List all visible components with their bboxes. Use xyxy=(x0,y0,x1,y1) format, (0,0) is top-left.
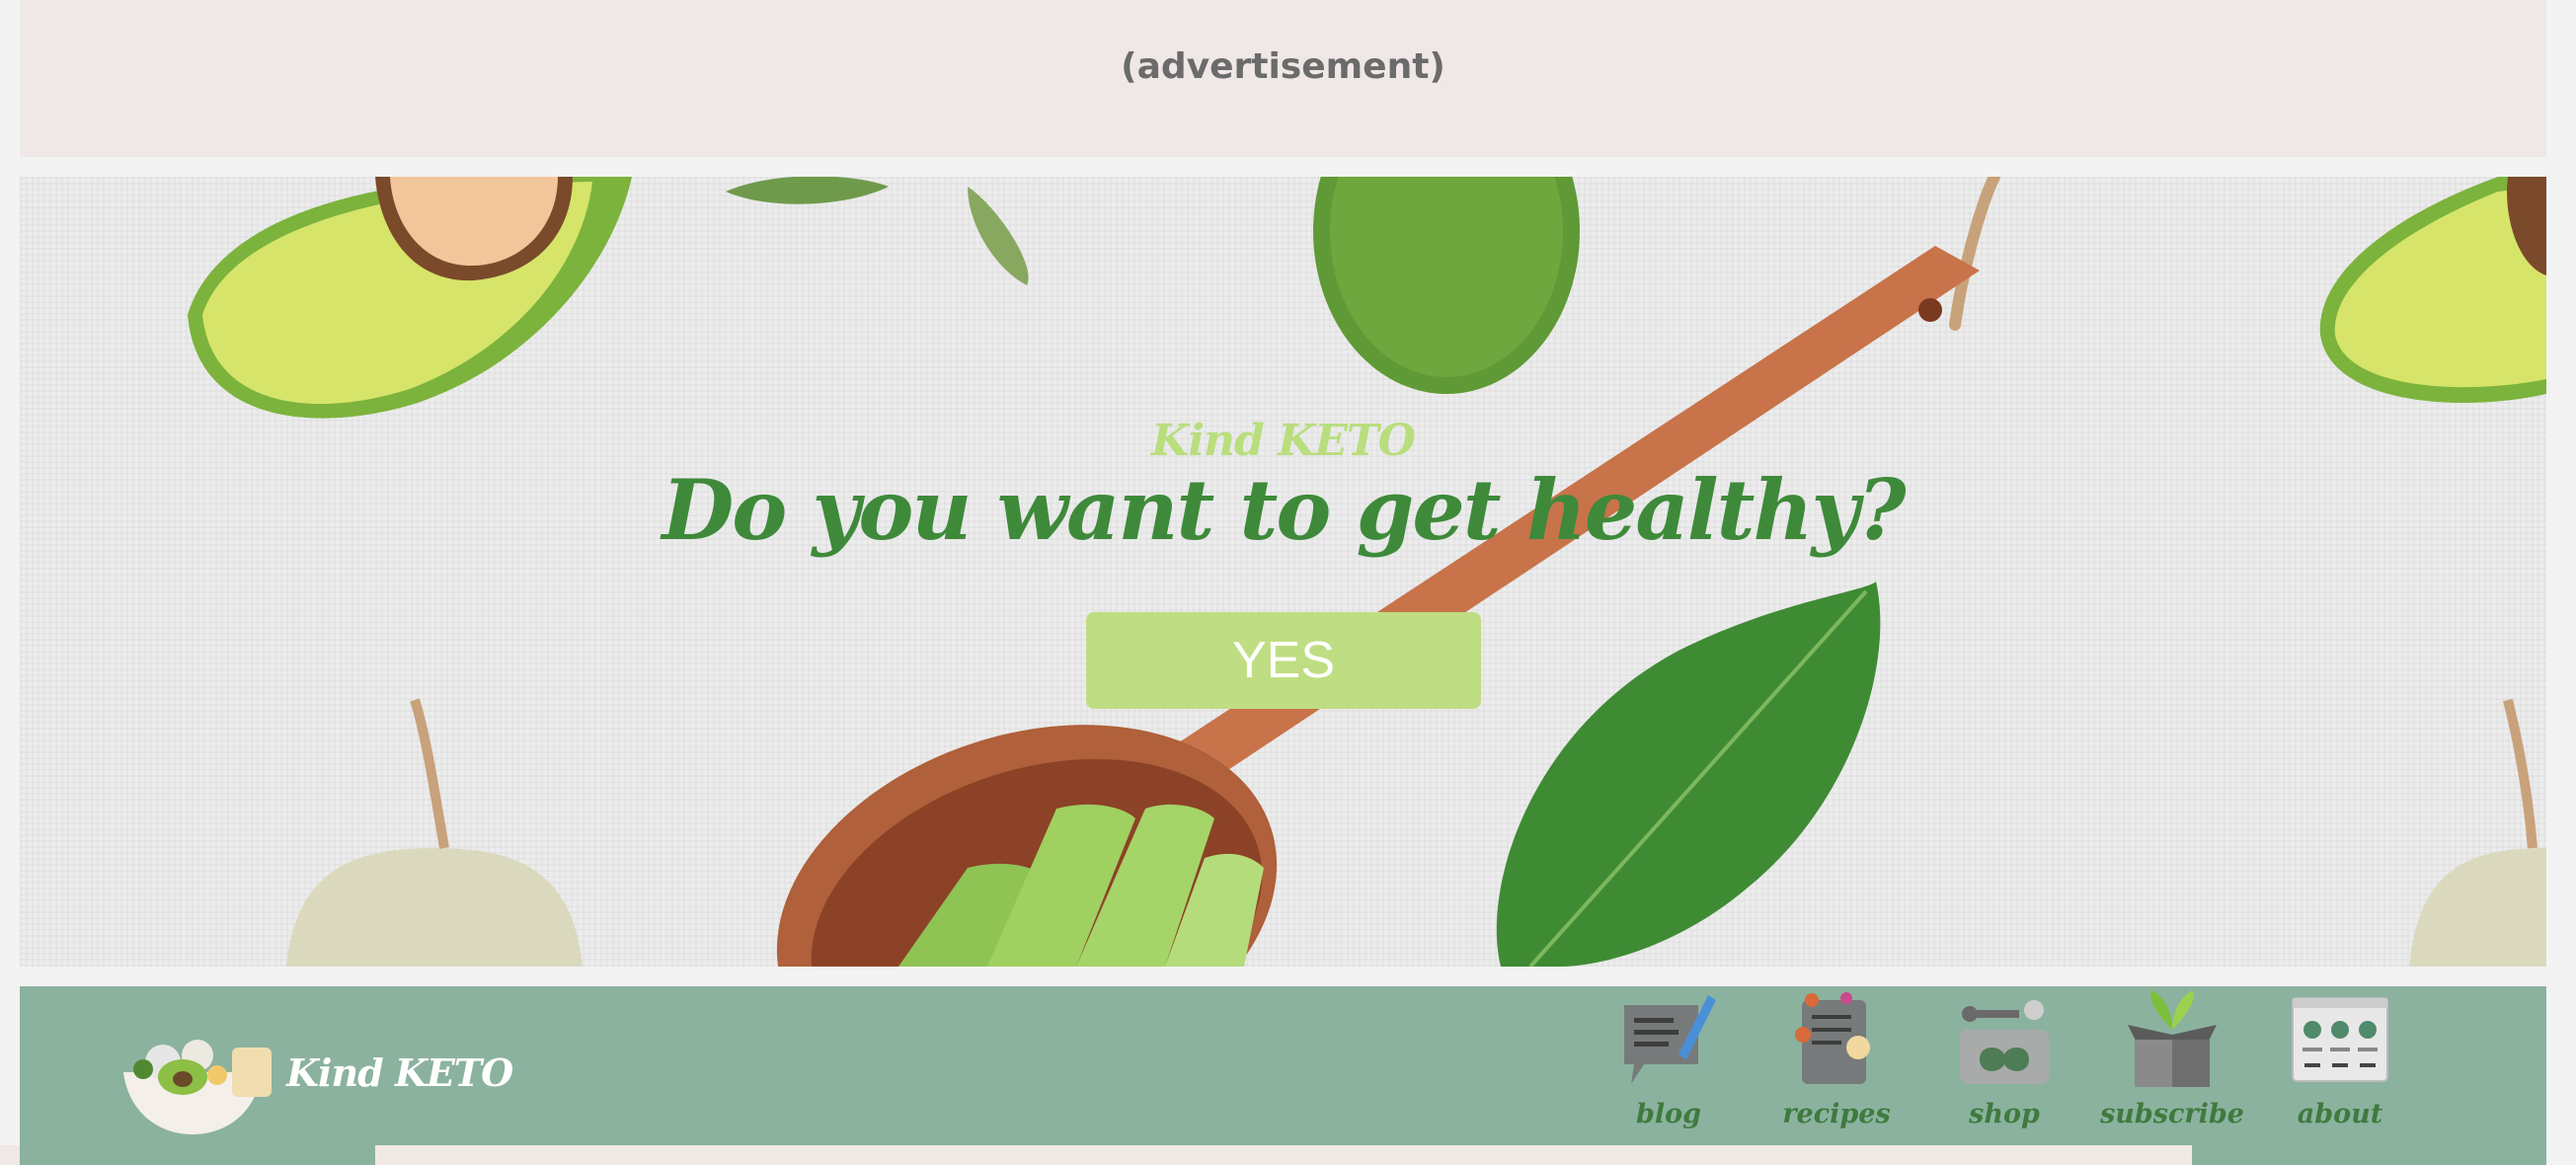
logo[interactable]: Kind KETO xyxy=(118,1008,513,1136)
nav-item-shop[interactable]: shop xyxy=(1935,990,2073,1138)
about-icon xyxy=(2292,997,2388,1082)
content-area-top xyxy=(375,1145,2192,1165)
nav-item-recipes[interactable]: recipes xyxy=(1767,990,1906,1138)
navbar: Kind KETO blog recipes shop subscribe ab… xyxy=(20,986,2546,1165)
hero-brand: Kind KETO xyxy=(1151,416,1416,466)
advertisement-label: (advertisement) xyxy=(1121,46,1445,87)
hero-section: Kind KETO Do you want to get healthy? YE… xyxy=(20,177,2546,967)
recipes-icon xyxy=(1795,992,1870,1084)
nav-item-about[interactable]: about xyxy=(2271,990,2409,1138)
yes-button[interactable]: YES xyxy=(1086,612,1481,709)
blog-icon xyxy=(1624,995,1716,1084)
nav-item-subscribe[interactable]: subscribe xyxy=(2100,990,2244,1138)
advertisement-banner[interactable]: (advertisement) xyxy=(20,0,2546,157)
hero-headline: Do you want to get healthy? xyxy=(662,461,1906,559)
nav-item-label: subscribe xyxy=(2100,1099,2244,1129)
nav-item-label: recipes xyxy=(1782,1099,1891,1129)
nav-item-label: about xyxy=(2297,1099,2383,1129)
shop-icon xyxy=(1960,1000,2049,1084)
nav-item-label: blog xyxy=(1635,1099,1702,1129)
nav-item-label: shop xyxy=(1969,1099,2040,1129)
salad-bowl-icon xyxy=(123,1040,272,1134)
subscribe-icon xyxy=(2128,990,2217,1087)
nav-item-blog[interactable]: blog xyxy=(1600,990,1738,1138)
logo-text: Kind KETO xyxy=(286,1049,513,1095)
page-edge xyxy=(0,1145,20,1165)
